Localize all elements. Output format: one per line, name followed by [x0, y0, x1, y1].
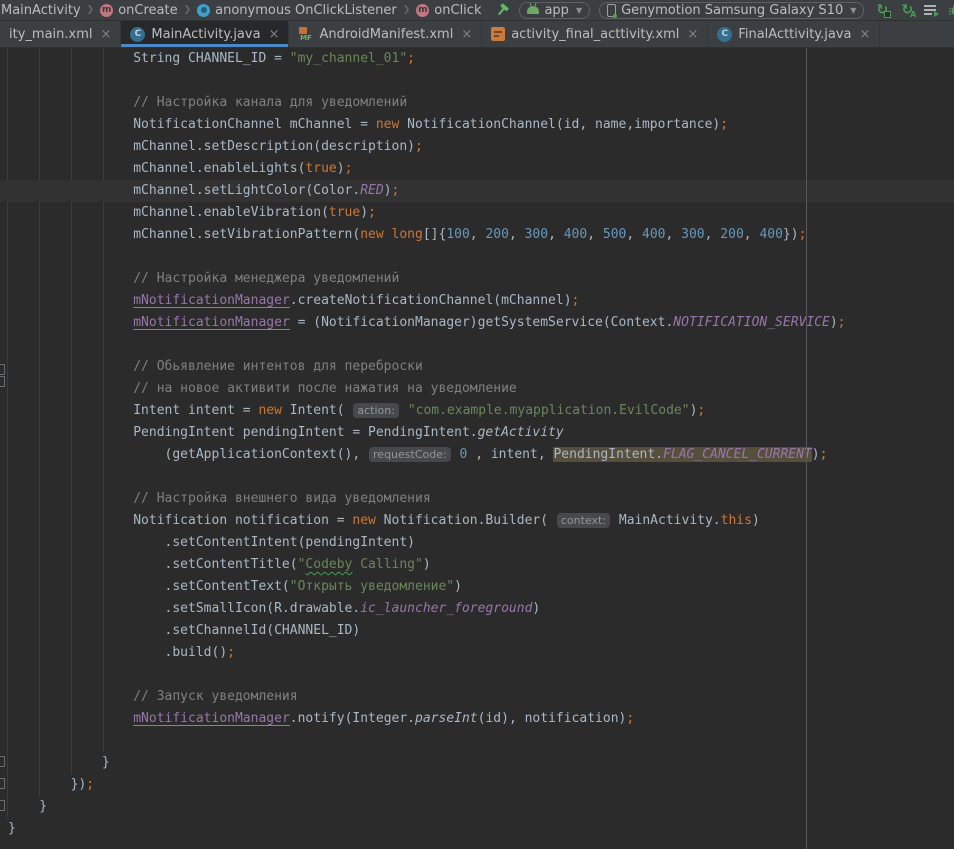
code-line: .setContentTitle("Codeby Calling")	[8, 554, 954, 576]
code-line: // Запуск уведомления	[8, 686, 954, 708]
code-line: String CHANNEL_ID = "my_channel_01";	[8, 48, 954, 70]
fold-marker[interactable]	[0, 756, 5, 767]
method-icon: m	[416, 4, 429, 17]
tab-activity_final_acttivity.xml[interactable]: activity_final_acttivity.xml ×	[482, 21, 708, 47]
chevron-down-icon: ▼	[576, 6, 582, 15]
breadcrumb-item[interactable]: onCreate	[118, 3, 177, 18]
code-line: // на новое активити после нажатия на ув…	[8, 378, 954, 400]
tab-label: ity_main.xml	[9, 27, 92, 42]
breadcrumb: MainActivity ❯ m onCreate ❯ anonymous OnClick…	[0, 3, 481, 18]
breadcrumb-item[interactable]: MainActivity	[1, 3, 81, 18]
code-line: mNotificationManager = (NotificationMana…	[8, 312, 954, 334]
code-line: mChannel.enableVibration(true);	[8, 202, 954, 224]
code-line: .setSmallIcon(R.drawable.ic_launcher_for…	[8, 598, 954, 620]
code-line: }	[8, 752, 954, 774]
fold-marker[interactable]	[0, 364, 5, 375]
code-line: // Обьявление интентов для переброски	[8, 356, 954, 378]
code-line: // Настройка внешнего вида уведомления	[8, 488, 954, 510]
code-line: .setContentText("Открыть уведомление")	[8, 576, 954, 598]
code-line: mNotificationManager.createNotificationC…	[8, 290, 954, 312]
close-icon[interactable]: ×	[461, 27, 472, 42]
fold-marker[interactable]	[0, 376, 5, 387]
code-line	[8, 246, 954, 268]
chevron-down-icon: ▼	[850, 6, 856, 15]
tab-label: FinalActtivity.java	[738, 27, 851, 42]
tab-MainActivity.java[interactable]: C MainActivity.java ×	[121, 21, 289, 47]
code-line: NotificationChannel mChannel = new Notif…	[8, 114, 954, 136]
code-line: mChannel.setVibrationPattern(new long[]{…	[8, 224, 954, 246]
fold-marker[interactable]	[0, 778, 5, 789]
breadcrumb-item[interactable]: anonymous OnClickListener	[215, 3, 397, 18]
code-line	[8, 466, 954, 488]
code-line: mChannel.setDescription(description);	[8, 136, 954, 158]
run-config-label: app	[544, 3, 568, 18]
code-line: }	[8, 796, 954, 818]
device-label: Genymotion Samsung Galaxy S10	[621, 3, 843, 18]
debug-bug-icon[interactable]	[947, 2, 954, 18]
close-icon[interactable]: ×	[860, 27, 871, 42]
class-file-icon: C	[130, 27, 145, 42]
close-icon[interactable]: ×	[100, 27, 111, 42]
run-actions: ↻ ↻	[874, 2, 954, 18]
code-line: mChannel.setLightColor(Color.RED);	[0, 180, 954, 202]
code-line: mNotificationManager.notify(Integer.pars…	[8, 708, 954, 730]
tab-label: AndroidManifest.xml	[319, 27, 453, 42]
breadcrumb-separator: ❯	[86, 5, 96, 15]
phone-icon	[607, 4, 616, 17]
code-editor[interactable]: String CHANNEL_ID = "my_channel_01"; // …	[0, 48, 954, 849]
code-line: }	[8, 818, 954, 840]
main-toolbar: MainActivity ❯ m onCreate ❯ anonymous OnClick…	[0, 0, 954, 21]
fold-marker[interactable]	[0, 800, 5, 811]
code-line: mChannel.enableLights(true);	[8, 158, 954, 180]
code-line: .build();	[8, 642, 954, 664]
breadcrumb-separator: ❯	[402, 5, 412, 15]
code-line: Intent intent = new Intent( action: "com…	[8, 400, 954, 422]
code-line	[8, 664, 954, 686]
apply-code-changes-icon[interactable]: ↻	[899, 2, 915, 18]
code-line: // Настройка канала для уведомлений	[8, 92, 954, 114]
breadcrumb-separator: ❯	[183, 5, 193, 15]
manifest-file-icon: MF	[298, 27, 313, 42]
device-select[interactable]: Genymotion Samsung Galaxy S10 ▼	[599, 2, 864, 19]
run-config-select[interactable]: app ▼	[519, 2, 590, 19]
code-line	[8, 70, 954, 92]
right-margin-guide	[806, 48, 807, 849]
breadcrumb-item[interactable]: onClick	[434, 3, 481, 18]
rerun-icon[interactable]: ↻	[874, 2, 890, 18]
tab-FinalActtivity.java[interactable]: C FinalActtivity.java ×	[708, 21, 880, 47]
close-icon[interactable]: ×	[687, 27, 698, 42]
code-line: .setChannelId(CHANNEL_ID)	[8, 620, 954, 642]
android-icon	[527, 6, 539, 14]
code-line: });	[8, 774, 954, 796]
code-line: // Настройка менеджера уведомлений	[8, 268, 954, 290]
android-studio-window: MainActivity ❯ m onCreate ❯ anonymous OnClick…	[0, 0, 954, 849]
tab-label: MainActivity.java	[151, 27, 260, 42]
tab-bar: ity_main.xml × C MainActivity.java × MF Androi…	[0, 21, 954, 48]
class-file-icon: C	[717, 27, 732, 42]
code-line	[8, 334, 954, 356]
code-line: Notification notification = new Notifica…	[8, 510, 954, 532]
tab-label: activity_final_acttivity.xml	[511, 27, 679, 42]
build-hammer-icon[interactable]	[495, 1, 510, 19]
close-icon[interactable]: ×	[269, 27, 280, 42]
xml-file-icon	[491, 27, 505, 41]
code-content: String CHANNEL_ID = "my_channel_01"; // …	[0, 48, 954, 840]
method-icon: m	[100, 4, 113, 17]
tab-AndroidManifest.xml[interactable]: MF AndroidManifest.xml ×	[289, 21, 482, 47]
code-line: .setContentIntent(pendingIntent)	[8, 532, 954, 554]
list-with-arrow-icon[interactable]	[924, 2, 938, 18]
class-anon-icon	[197, 4, 210, 17]
tab-ity_main.xml[interactable]: ity_main.xml ×	[0, 21, 121, 47]
code-line	[8, 730, 954, 752]
code-line: PendingIntent pendingIntent = PendingInt…	[8, 422, 954, 444]
code-line: (getApplicationContext(), requestCode: 0…	[8, 444, 954, 466]
